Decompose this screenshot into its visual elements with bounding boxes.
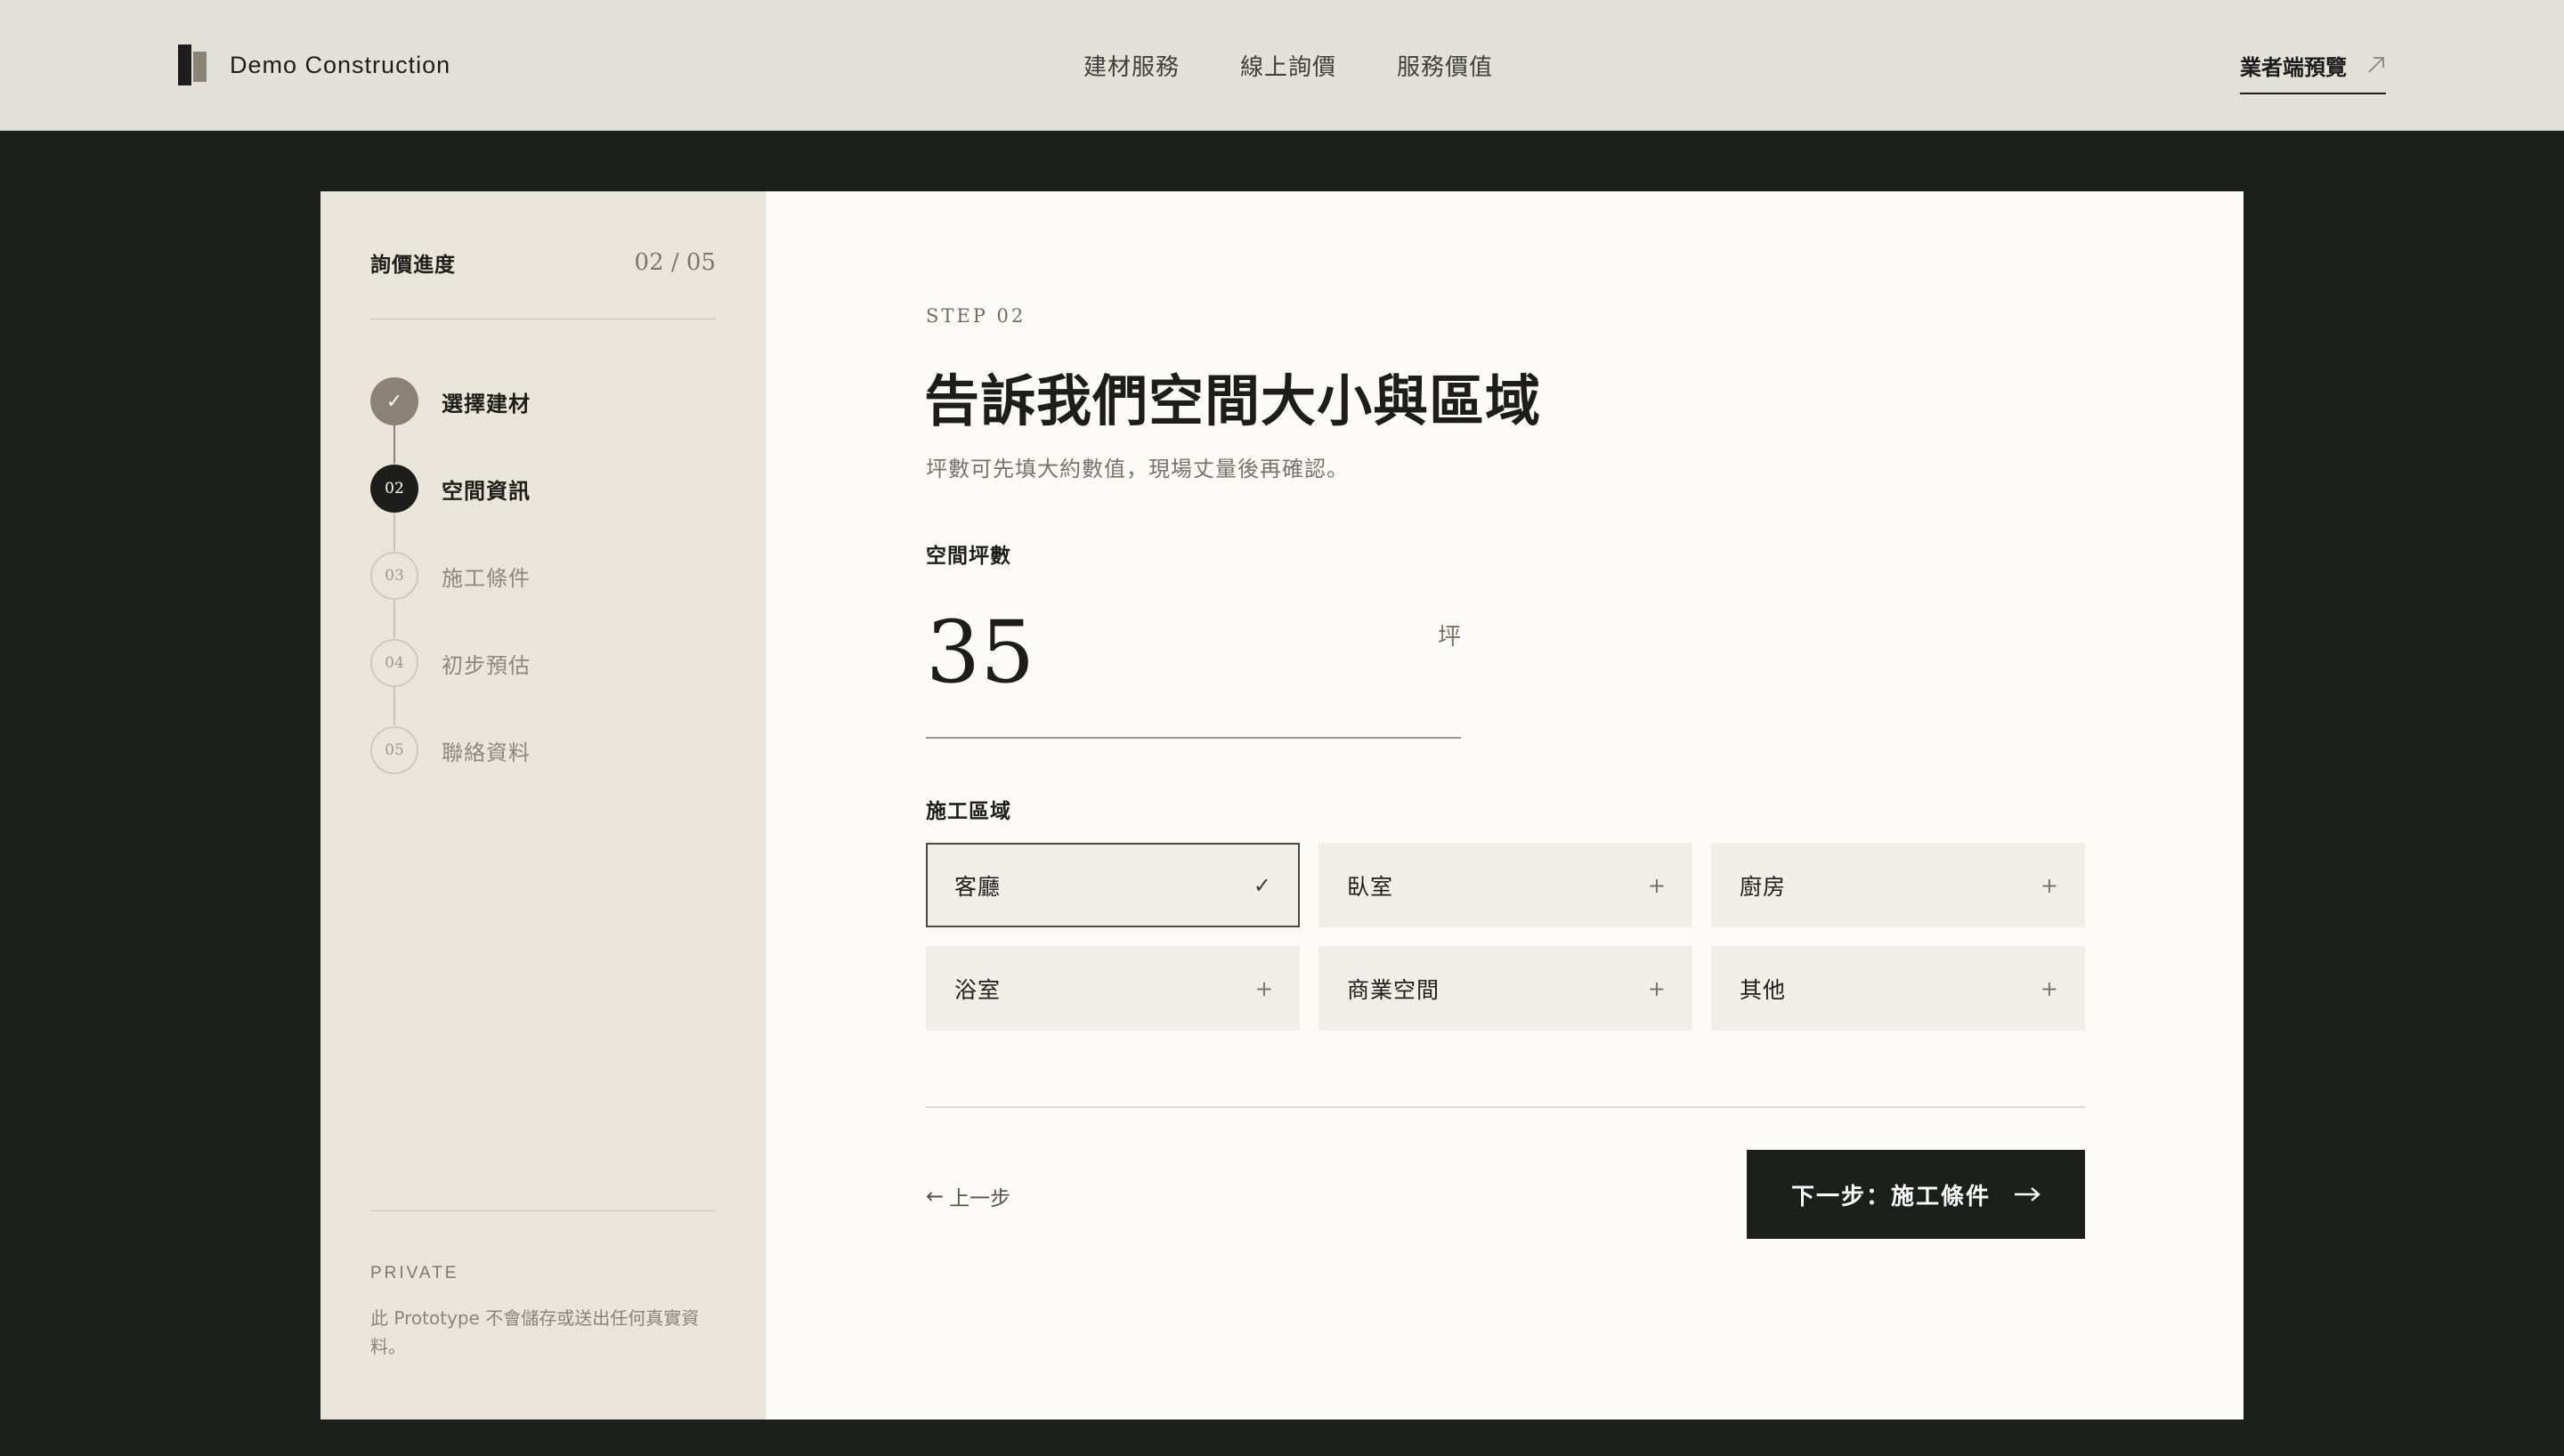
back-button-label: 上一步: [949, 1187, 1011, 1210]
progress-sidebar: 詢價進度 02 / 05 ✓ 選擇建材 02 空間資訊 03 施工條件 04 初…: [320, 191, 766, 1420]
step-number-badge: 05: [370, 726, 418, 774]
step-connector: [394, 686, 395, 725]
zone-label: 其他: [1740, 976, 1787, 1003]
top-navigation-bar: Demo Construction 建材服務 線上詢價 服務價值 業者端預覽: [0, 0, 2564, 131]
area-unit: 坪: [1437, 624, 1461, 651]
progress-header: 詢價進度 02 / 05: [370, 245, 716, 280]
private-note: 此 Prototype 不會儲存或送出任何真實資料。: [370, 1307, 700, 1357]
step-connector: [394, 425, 395, 464]
private-title: PRIVATE: [370, 1264, 459, 1282]
progress-step-materials[interactable]: ✓ 選擇建材: [370, 376, 716, 426]
next-step-label: 下一步：施工條件: [1791, 1183, 1992, 1210]
nav-link-materials[interactable]: 建材服務: [1083, 49, 1180, 82]
zone-label: 浴室: [954, 976, 1002, 1003]
step-check-icon: ✓: [370, 377, 418, 425]
step-connector: [394, 512, 395, 551]
plus-icon: +: [2040, 872, 2058, 898]
sidebar-divider-top: [370, 319, 716, 320]
progress-step-space-info[interactable]: 02 空間資訊: [370, 464, 716, 514]
brand-name: Demo Construction: [230, 51, 451, 78]
arrow-right-icon: [2015, 1187, 2041, 1201]
area-field-label: 空間坪數: [926, 545, 1011, 568]
step-label: 初步預估: [442, 652, 531, 678]
progress-count: 02 / 05: [634, 249, 716, 276]
area-input[interactable]: 35 坪: [926, 610, 1461, 739]
progress-steps: ✓ 選擇建材 02 空間資訊 03 施工條件 04 初步預估 05 聯絡資料: [370, 376, 716, 795]
step-number-badge: 03: [370, 552, 418, 600]
sidebar-divider-bottom: [370, 1210, 716, 1211]
next-step-button[interactable]: 下一步：施工條件: [1747, 1150, 2085, 1239]
step-label: 空間資訊: [442, 478, 531, 504]
step-number-badge: 04: [370, 639, 418, 687]
plus-icon: +: [1254, 975, 1273, 1001]
zone-option-commercial[interactable]: 商業空間 +: [1319, 946, 1692, 1031]
zone-options: 客廳 ✓ 臥室 + 廚房 + 浴室 + 商業空間 + 其他 +: [926, 843, 2085, 1031]
brand-logo-link[interactable]: Demo Construction: [178, 44, 450, 85]
form-divider: [926, 1106, 2085, 1108]
zones-field-label: 施工區域: [926, 800, 1011, 823]
zone-label: 廚房: [1740, 873, 1787, 900]
zone-option-living-room[interactable]: 客廳 ✓: [926, 843, 1300, 927]
zone-option-bedroom[interactable]: 臥室 +: [1319, 843, 1692, 927]
step-kicker: STEP 02: [926, 305, 1026, 327]
progress-step-estimate[interactable]: 04 初步預估: [370, 638, 716, 688]
area-input-value: 35: [926, 603, 1035, 702]
main-nav: 建材服務 線上詢價 服務價值: [1083, 44, 1493, 85]
step-label: 選擇建材: [442, 391, 531, 417]
zone-option-kitchen[interactable]: 廚房 +: [1711, 843, 2085, 927]
plus-icon: +: [1647, 975, 1666, 1001]
back-button[interactable]: ← 上一步: [926, 1181, 1010, 1211]
progress-title: 詢價進度: [370, 254, 456, 277]
progress-step-conditions[interactable]: 03 施工條件: [370, 551, 716, 601]
vendor-preview-link[interactable]: 業者端預覽: [2240, 44, 2386, 94]
vendor-preview-label: 業者端預覽: [2240, 54, 2347, 80]
space-info-form: STEP 02 告訴我們空間大小與區域 坪數可先填大約數值，現場丈量後再確認。 …: [766, 191, 2244, 1420]
zone-label: 臥室: [1347, 873, 1394, 900]
quote-card: 詢價進度 02 / 05 ✓ 選擇建材 02 空間資訊 03 施工條件 04 初…: [320, 191, 2244, 1420]
brand-mark-icon: [178, 44, 208, 85]
step-number-badge: 02: [370, 465, 418, 513]
zone-label: 商業空間: [1347, 976, 1440, 1003]
zone-option-other[interactable]: 其他 +: [1711, 946, 2085, 1031]
check-icon: ✓: [1253, 872, 1271, 898]
page-subtitle: 坪數可先填大約數值，現場丈量後再確認。: [926, 457, 1349, 481]
progress-step-contact[interactable]: 05 聯絡資料: [370, 725, 716, 775]
step-connector: [394, 599, 395, 638]
nav-link-online-quote[interactable]: 線上詢價: [1240, 49, 1336, 82]
plus-icon: +: [2040, 975, 2058, 1001]
arrow-left-icon: ←: [926, 1184, 945, 1209]
plus-icon: +: [1647, 872, 1666, 898]
step-label: 施工條件: [442, 565, 531, 591]
zone-option-bathroom[interactable]: 浴室 +: [926, 946, 1300, 1031]
page-title: 告訴我們空間大小與區域: [924, 368, 1542, 433]
nav-link-service-value[interactable]: 服務價值: [1397, 49, 1493, 82]
zone-label: 客廳: [954, 873, 1002, 900]
step-label: 聯絡資料: [442, 740, 531, 765]
external-arrow-icon: [2368, 57, 2384, 73]
